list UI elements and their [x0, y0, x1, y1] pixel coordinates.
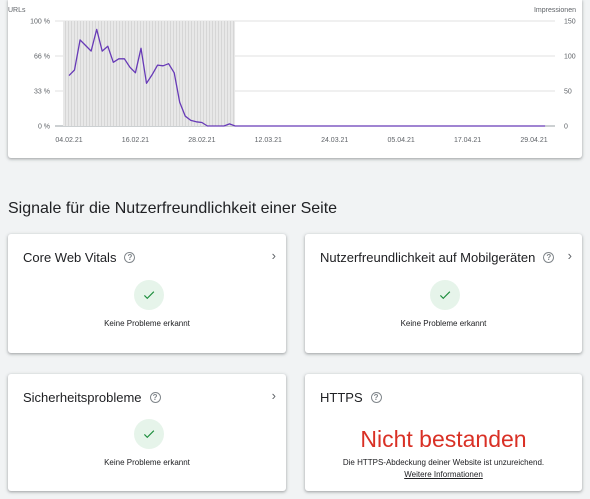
core-web-vitals-card[interactable]: Core Web Vitals ? › Keine Probleme erkan… — [8, 234, 286, 353]
left-axis-ticks: 100 % 66 % 33 % 0 % — [30, 19, 50, 131]
help-circle-icon[interactable]: ? — [149, 392, 161, 403]
x-tick-label: 17.04.21 — [454, 137, 481, 144]
left-tick-label: 66 % — [34, 54, 50, 61]
https-detail: Die HTTPS-Abdeckung deiner Website ist u… — [342, 458, 545, 467]
https-title: HTTPS ? — [320, 390, 382, 405]
right-tick-label: 0 — [564, 124, 568, 131]
check-icon — [439, 291, 451, 300]
section-title: Signale für die Nutzerfreundlichkeit ein… — [8, 200, 338, 217]
right-tick-label: 150 — [564, 19, 576, 26]
learn-more-link[interactable]: Weitere Informationen — [305, 470, 582, 479]
mobile-usability-label: Nutzerfreundlichkeit auf Mobilgeräten — [320, 250, 536, 265]
help-circle-icon[interactable]: ? — [370, 392, 382, 403]
help-circle-icon[interactable]: ? — [543, 252, 555, 263]
check-circle — [430, 280, 460, 310]
status-text: Keine Probleme erkannt — [104, 458, 190, 467]
check-circle — [134, 419, 164, 449]
core-web-vitals-label: Core Web Vitals — [23, 250, 117, 265]
performance-chart-card: URLs Impressionen 100 % 66 % 33 % 0 % 150 10… — [8, 0, 582, 158]
mobile-usability-title: Nutzerfreundlichkeit auf Mobilgeräten ? — [320, 250, 555, 265]
check-circle — [134, 280, 164, 310]
chevron-right-icon[interactable]: › — [272, 388, 276, 403]
left-axis-title: URLs — [8, 7, 26, 14]
x-tick-label: 24.03.21 — [321, 137, 348, 144]
x-tick-label: 29.04.21 — [520, 137, 547, 144]
right-tick-label: 100 — [564, 54, 576, 61]
security-issues-label: Sicherheitsprobleme — [23, 390, 142, 405]
left-tick-label: 0 % — [38, 124, 50, 131]
x-tick-label: 04.02.21 — [55, 137, 82, 144]
x-tick-label: 28.02.21 — [188, 137, 215, 144]
right-tick-label: 50 — [564, 89, 572, 96]
https-result: Nicht bestanden — [360, 426, 527, 452]
x-tick-label: 05.04.21 — [388, 137, 415, 144]
https-label: HTTPS — [320, 390, 363, 405]
left-tick-label: 100 % — [30, 19, 50, 26]
https-card: HTTPS ? Nicht bestanden Die HTTPS-Abdeck… — [305, 374, 582, 491]
shaded-range — [63, 21, 236, 126]
x-axis-ticks: 04.02.21 16.02.21 28.02.21 12.03.21 24.03.21… — [55, 137, 547, 144]
performance-chart: URLs Impressionen 100 % 66 % 33 % 0 % 150 10… — [8, 7, 576, 144]
status-text: Keine Probleme erkannt — [104, 319, 190, 328]
security-issues-card[interactable]: Sicherheitsprobleme ? › Keine Probleme e… — [8, 374, 286, 491]
left-tick-label: 33 % — [34, 89, 50, 96]
help-circle-icon[interactable]: ? — [124, 252, 136, 263]
right-axis-ticks: 150 100 50 0 — [564, 19, 576, 131]
check-icon — [143, 430, 155, 439]
chevron-right-icon[interactable]: › — [568, 248, 572, 263]
x-tick-label: 16.02.21 — [122, 137, 149, 144]
right-axis-title: Impressionen — [534, 7, 576, 14]
mobile-usability-card[interactable]: Nutzerfreundlichkeit auf Mobilgeräten ? … — [305, 234, 582, 353]
x-tick-label: 12.03.21 — [255, 137, 282, 144]
chart-shaded-range — [63, 21, 236, 126]
chevron-right-icon[interactable]: › — [272, 248, 276, 263]
check-icon — [143, 291, 155, 300]
status-text: Keine Probleme erkannt — [400, 319, 487, 328]
core-web-vitals-title: Core Web Vitals ? — [23, 250, 136, 265]
security-issues-title: Sicherheitsprobleme ? — [23, 390, 161, 405]
